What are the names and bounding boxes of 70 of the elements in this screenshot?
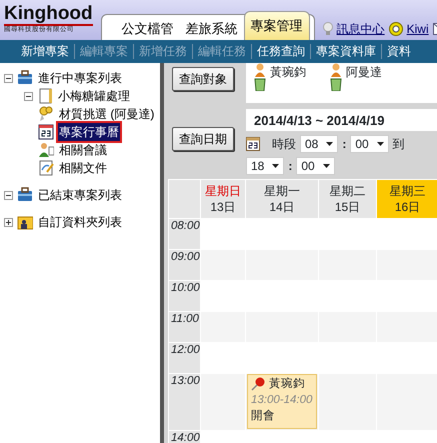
trash-icon	[330, 77, 342, 91]
time-label: 12:00	[168, 342, 200, 374]
event-person: 黃琬鈞	[269, 376, 305, 392]
person-name: 黃琬鈞	[270, 64, 306, 81]
day-header: 星期日 13日	[200, 180, 246, 218]
time-label: 08:00	[168, 218, 200, 250]
calendar-icon	[246, 137, 260, 151]
event-title: 開會	[251, 408, 276, 424]
lightbulb-icon	[322, 22, 333, 36]
document-icon	[38, 160, 54, 176]
notebook-icon	[37, 88, 53, 104]
query-date-button[interactable]: 查詢日期	[172, 127, 234, 151]
app-tab[interactable]: 差旅系統	[180, 15, 244, 38]
dropdown-icon	[272, 164, 280, 168]
person-icon	[38, 142, 54, 158]
briefcase-icon	[17, 70, 33, 86]
to-label: 到	[392, 136, 405, 153]
folder-icon	[17, 214, 33, 230]
expand-icon[interactable]	[4, 218, 13, 226]
app-tab[interactable]: 專案管理	[244, 11, 310, 40]
time-separator: :	[342, 136, 346, 153]
time-select[interactable]: 00	[296, 157, 335, 175]
time-label: 09:00	[168, 250, 200, 280]
dropdown-icon	[376, 142, 384, 146]
collapse-icon[interactable]	[4, 190, 13, 200]
day-header: 星期一 14日	[246, 180, 318, 218]
pushpin-icon	[251, 377, 265, 391]
tree-item[interactable]: 進行中專案列表	[37, 69, 123, 87]
event-card[interactable]: 黃琬鈞 13:00-14:00 開會	[247, 374, 317, 429]
header-link[interactable]: Kiwi	[406, 20, 429, 38]
time-label: 10:00	[168, 280, 200, 312]
event-time: 13:00-14:00	[251, 393, 313, 408]
time-label: 13:00	[168, 374, 200, 430]
tree-item[interactable]: 材質挑選 (阿曼達)	[58, 105, 156, 123]
header-link[interactable]: 訊息中心	[336, 20, 385, 38]
time-label: 14:00	[168, 430, 200, 443]
time-select[interactable]: 18	[246, 157, 284, 175]
menu-item[interactable]: 新增專案	[16, 44, 75, 59]
dropdown-icon	[322, 164, 330, 168]
person-icon	[254, 63, 266, 77]
menu-item[interactable]: 任務查詢	[252, 44, 311, 59]
tree-item[interactable]: 已結束專案列表	[37, 186, 123, 204]
logo-text: Kinghood	[4, 4, 93, 24]
tree-item[interactable]: 小梅糖罐處理	[57, 87, 131, 105]
user-icon	[388, 22, 403, 36]
dropdown-icon	[326, 142, 334, 146]
keys-icon	[38, 106, 54, 122]
calendar-icon	[38, 124, 54, 140]
menu-item[interactable]: 專案資料庫	[311, 44, 382, 59]
collapse-icon[interactable]	[24, 92, 33, 100]
briefcase-icon	[17, 187, 33, 203]
day-header: 星期三 16日	[376, 180, 437, 218]
time-separator: :	[288, 158, 292, 175]
date-range-field[interactable]: 2014/4/13 ~ 2014/4/19	[246, 109, 437, 131]
tree-item[interactable]: 相關文件	[58, 159, 108, 177]
collapse-icon[interactable]	[4, 74, 13, 82]
time-label: 11:00	[168, 312, 200, 342]
time-select[interactable]: 08	[300, 135, 338, 153]
trash-icon	[254, 77, 266, 91]
query-target-button[interactable]: 查詢對象	[172, 67, 234, 91]
app-tab[interactable]: 公文檔管	[116, 15, 180, 38]
tree-item[interactable]: 自訂資料夾列表	[37, 213, 123, 231]
time-select[interactable]: 00	[350, 135, 389, 153]
person-name: 阿曼達	[346, 64, 382, 81]
period-label: 時段	[272, 136, 296, 153]
day-header: 星期二 15日	[318, 180, 376, 218]
person-icon	[330, 63, 342, 77]
tree-item[interactable]: 專案行事曆	[58, 123, 120, 141]
menu-item[interactable]: 資料	[382, 44, 416, 59]
tree-item[interactable]: 相關會議	[58, 141, 108, 159]
